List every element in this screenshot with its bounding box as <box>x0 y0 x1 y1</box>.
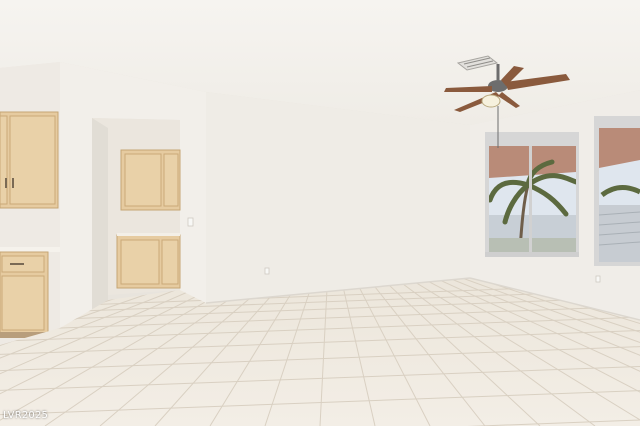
room-photo <box>0 0 640 426</box>
left-upper-cabinets <box>0 111 59 209</box>
wall-outlet <box>264 267 270 275</box>
window-right <box>594 116 640 266</box>
watermark-text: LVR2025 <box>3 410 49 421</box>
wall-outlet-right <box>595 275 601 283</box>
doorway-side-wall <box>92 118 108 325</box>
window-left <box>485 132 579 257</box>
interior-upper-cabinets <box>120 149 181 211</box>
interior-lower-cabinets <box>116 233 181 289</box>
light-switch <box>187 217 194 227</box>
back-wall <box>206 92 470 303</box>
